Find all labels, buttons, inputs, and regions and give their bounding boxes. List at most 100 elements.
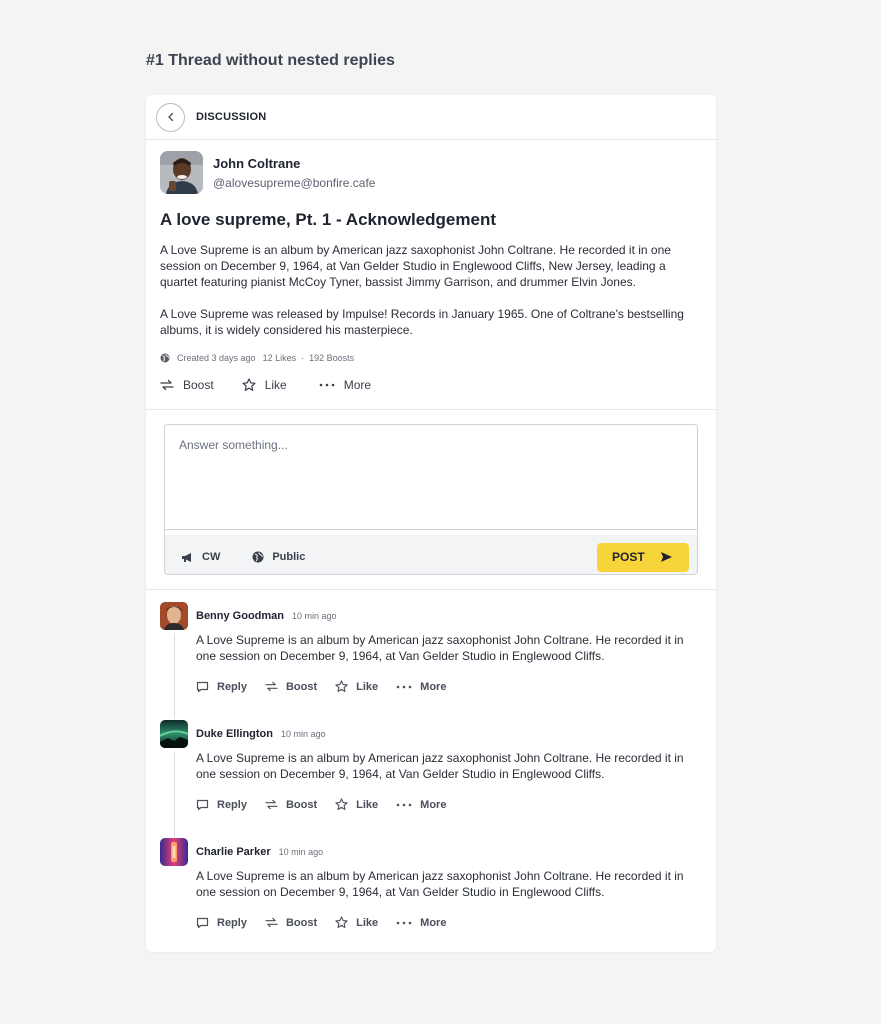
boost-button[interactable]: Boost xyxy=(265,917,317,929)
card-header: DISCUSSION xyxy=(146,95,716,140)
created-time: Created 3 days ago xyxy=(177,353,256,363)
likes-count[interactable]: 12 Likes xyxy=(263,353,297,363)
more-button[interactable]: More xyxy=(396,917,446,929)
boost-icon xyxy=(265,681,278,692)
like-button[interactable]: Like xyxy=(335,680,378,693)
back-button[interactable] xyxy=(156,102,185,132)
boost-button[interactable]: Boost xyxy=(160,378,214,392)
composer-toolbar: CW Public POST xyxy=(165,535,697,574)
more-button[interactable]: More xyxy=(319,378,371,392)
post-paragraph: A Love Supreme was released by Impulse! … xyxy=(160,307,684,337)
reply-avatar[interactable] xyxy=(160,720,188,748)
more-label: More xyxy=(420,916,447,929)
more-button[interactable]: More xyxy=(396,799,446,811)
like-button[interactable]: Like xyxy=(242,378,287,392)
star-icon xyxy=(335,680,348,692)
more-label: More xyxy=(420,680,447,693)
more-icon xyxy=(396,685,412,688)
reply-avatar[interactable] xyxy=(160,602,188,630)
reply-label: Reply xyxy=(217,680,247,693)
cw-label: CW xyxy=(202,551,221,563)
reply-author-name[interactable]: Charlie Parker xyxy=(196,846,271,858)
comment-icon xyxy=(196,799,209,810)
send-icon xyxy=(661,552,672,562)
more-label: More xyxy=(343,378,372,392)
reply-body: A Love Supreme is an album by American j… xyxy=(196,751,684,781)
star-icon xyxy=(335,798,348,810)
reply-time: 10 min ago xyxy=(281,729,326,739)
reply-body: A Love Supreme is an album by American j… xyxy=(196,633,684,663)
boosts-count[interactable]: 192 Boosts xyxy=(309,353,354,363)
reply-author-name[interactable]: Duke Ellington xyxy=(196,728,273,740)
boost-icon xyxy=(160,379,174,391)
boost-label: Boost xyxy=(285,680,318,693)
reply-label: Reply xyxy=(217,916,247,929)
author-avatar[interactable] xyxy=(160,151,203,194)
reply-time: 10 min ago xyxy=(292,611,337,621)
author-name[interactable]: John Coltrane xyxy=(213,156,375,171)
reply-button[interactable]: Reply xyxy=(196,681,247,693)
post-title: A love supreme, Pt. 1 - Acknowledgement xyxy=(160,210,496,229)
like-button[interactable]: Like xyxy=(335,916,378,929)
boost-button[interactable]: Boost xyxy=(265,799,317,811)
like-button[interactable]: Like xyxy=(335,798,378,811)
more-icon xyxy=(396,803,412,806)
page-heading: #1 Thread without nested replies xyxy=(146,52,395,69)
reply-actions: Reply Boost Like More xyxy=(196,680,446,693)
like-label: Like xyxy=(356,916,379,929)
thread-line xyxy=(174,633,175,719)
reply-label: Reply xyxy=(217,798,247,811)
reply-item: Charlie Parker 10 min ago A Love Supreme… xyxy=(160,838,716,956)
boost-label: Boost xyxy=(285,916,318,929)
post-actions: Boost Like More xyxy=(160,378,702,392)
composer: CW Public POST xyxy=(164,424,698,575)
boost-label: Boost xyxy=(285,798,318,811)
reply-actions: Reply Boost Like More xyxy=(196,798,446,811)
comment-icon xyxy=(196,681,209,692)
reply-avatar[interactable] xyxy=(160,838,188,866)
author-handle[interactable]: @alovesupreme@bonfire.cafe xyxy=(213,176,375,190)
like-label: Like xyxy=(264,378,287,392)
original-post: John Coltrane @alovesupreme@bonfire.cafe… xyxy=(146,140,716,410)
composer-section: CW Public POST xyxy=(146,410,716,590)
globe-icon xyxy=(160,353,170,363)
globe-icon xyxy=(252,551,264,563)
comment-icon xyxy=(196,917,209,928)
post-button[interactable]: POST xyxy=(597,542,689,572)
header-title: DISCUSSION xyxy=(196,111,267,123)
thread-line xyxy=(174,751,175,837)
like-label: Like xyxy=(356,680,379,693)
reply-button[interactable]: Reply xyxy=(196,917,247,929)
more-button[interactable]: More xyxy=(396,681,446,693)
like-label: Like xyxy=(356,798,379,811)
more-icon xyxy=(319,383,335,387)
reply-actions: Reply Boost Like More xyxy=(196,916,446,929)
replies-list: Benny Goodman 10 min ago A Love Supreme … xyxy=(146,590,716,956)
chevron-left-icon xyxy=(167,112,173,122)
boost-label: Boost xyxy=(183,378,214,392)
star-icon xyxy=(242,378,256,391)
post-author: John Coltrane @alovesupreme@bonfire.cafe xyxy=(160,151,702,194)
post-paragraph: A Love Supreme is an album by American j… xyxy=(160,243,671,289)
cw-button[interactable]: CW xyxy=(181,551,220,563)
reply-item: Duke Ellington 10 min ago A Love Supreme… xyxy=(160,720,716,838)
reply-body: A Love Supreme is an album by American j… xyxy=(196,869,684,899)
boost-icon xyxy=(265,917,278,928)
visibility-label: Public xyxy=(272,551,306,563)
reply-item: Benny Goodman 10 min ago A Love Supreme … xyxy=(160,602,716,720)
reply-author-name[interactable]: Benny Goodman xyxy=(196,610,284,622)
more-label: More xyxy=(420,798,447,811)
answer-input[interactable] xyxy=(165,425,697,530)
reply-time: 10 min ago xyxy=(278,847,324,857)
discussion-card: DISCUSSION John Coltrane @alovesupreme@b… xyxy=(146,95,716,952)
visibility-button[interactable]: Public xyxy=(252,551,305,563)
post-body: A Love Supreme is an album by American j… xyxy=(160,242,702,338)
star-icon xyxy=(335,916,348,928)
megaphone-icon xyxy=(182,552,191,562)
post-meta: Created 3 days ago 12 Likes · 192 Boosts xyxy=(160,353,702,363)
reply-button[interactable]: Reply xyxy=(196,799,247,811)
more-icon xyxy=(396,921,412,924)
post-button-label: POST xyxy=(612,550,645,564)
boost-button[interactable]: Boost xyxy=(265,681,317,693)
boost-icon xyxy=(265,799,278,810)
